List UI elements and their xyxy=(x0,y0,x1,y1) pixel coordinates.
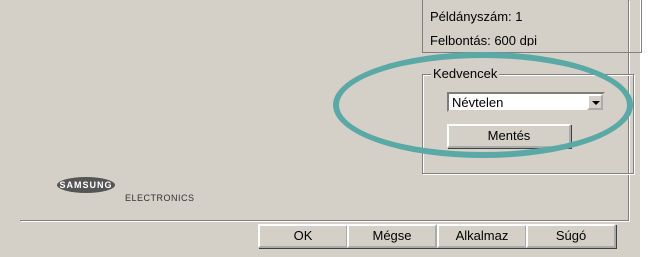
favorites-group: Kedvencek Névtelen Mentés xyxy=(422,66,634,174)
help-button[interactable]: Súgó xyxy=(526,224,616,248)
favorites-group-title: Kedvencek xyxy=(431,66,500,81)
cancel-button[interactable]: Mégse xyxy=(347,224,437,248)
printer-properties-dialog: Példányszám: 1 Felbontás: 600 dpi Kedven… xyxy=(0,0,642,257)
resolution-label: Felbontás: 600 dpi xyxy=(430,33,537,46)
ok-button[interactable]: OK xyxy=(258,224,348,248)
chevron-down-icon xyxy=(592,101,600,105)
settings-panel: Példányszám: 1 Felbontás: 600 dpi Kedven… xyxy=(20,0,642,221)
save-button[interactable]: Mentés xyxy=(447,124,571,148)
favorites-dropdown[interactable]: Névtelen xyxy=(447,92,605,112)
summary-box: Példányszám: 1 Felbontás: 600 dpi xyxy=(422,0,642,53)
apply-button[interactable]: Alkalmaz xyxy=(437,224,527,248)
logo-wordmark: SAMSUNG xyxy=(57,177,115,193)
favorites-selected-value: Névtelen xyxy=(452,95,504,110)
copies-label: Példányszám: 1 xyxy=(430,9,523,24)
dropdown-button[interactable] xyxy=(587,94,603,110)
logo-subtitle: ELECTRONICS xyxy=(125,193,195,203)
samsung-logo: SAMSUNG ELECTRONICS xyxy=(57,177,194,207)
